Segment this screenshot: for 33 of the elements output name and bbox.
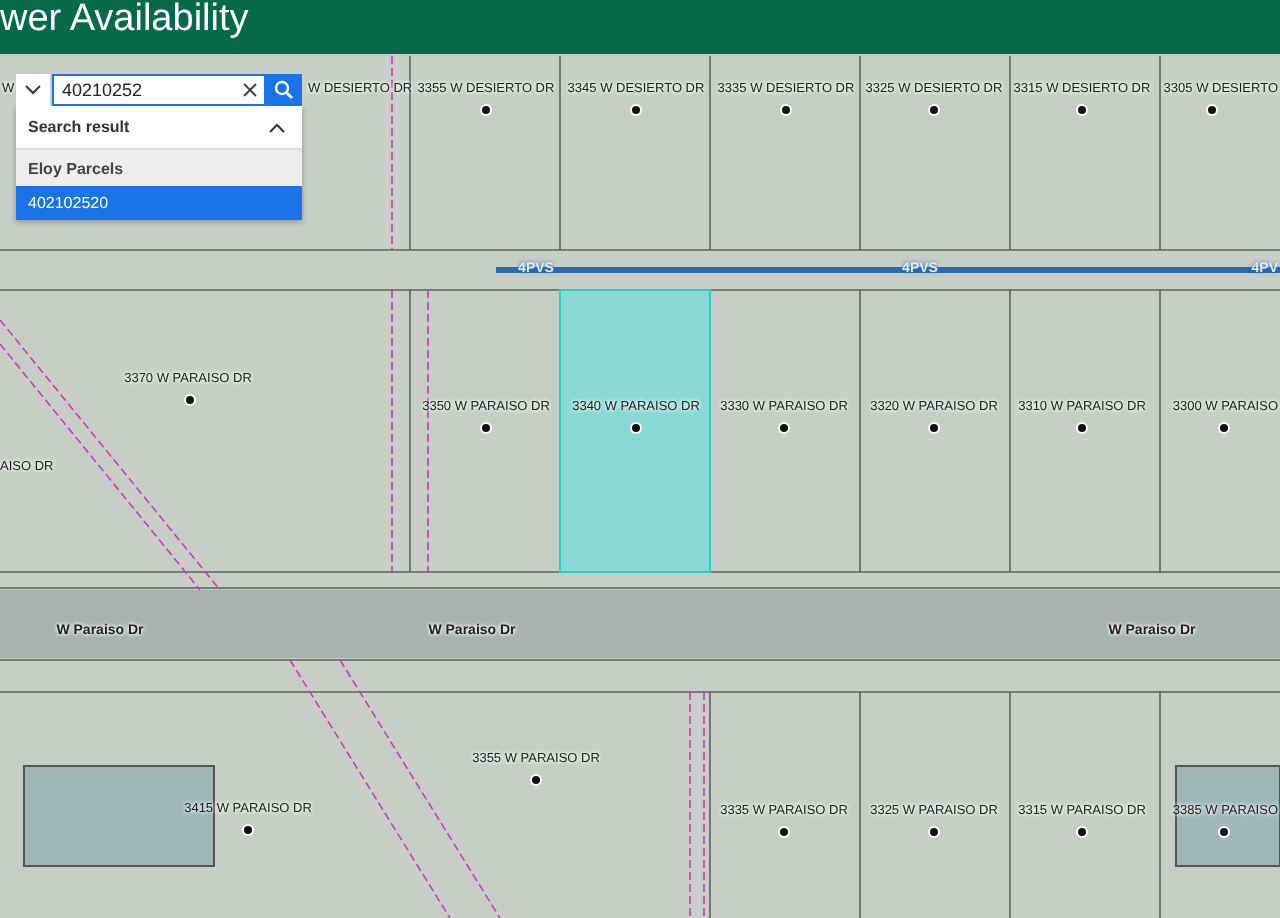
chevron-down-icon <box>24 84 42 96</box>
parcel-point-icon <box>244 826 252 834</box>
parcel-point-icon <box>930 106 938 114</box>
parcel-point-icon <box>186 396 194 404</box>
parcel-point-icon <box>930 424 938 432</box>
clear-button[interactable] <box>242 82 258 98</box>
search-icon <box>274 80 294 100</box>
building-roof <box>1175 765 1280 867</box>
search-button[interactable] <box>266 74 302 106</box>
parcel-point-icon <box>1078 424 1086 432</box>
parcel-point-icon <box>1078 106 1086 114</box>
parcel-point-icon <box>782 106 790 114</box>
parcel-point-icon <box>632 106 640 114</box>
parcel-point-icon <box>482 424 490 432</box>
parcel-point-icon <box>1078 828 1086 836</box>
close-icon <box>242 82 258 98</box>
parcel-point-icon <box>482 106 490 114</box>
result-group-header: Eloy Parcels <box>16 150 302 186</box>
parcel-point-icon <box>780 424 788 432</box>
chevron-up-icon[interactable] <box>268 121 286 133</box>
parcel-point-icon <box>532 776 540 784</box>
search-field[interactable]: 40210252 <box>52 74 266 106</box>
results-title: Search result <box>28 118 130 136</box>
parcel-point-icon <box>1220 424 1228 432</box>
app-title: wer Availability <box>0 0 249 40</box>
parcel-point-icon <box>780 828 788 836</box>
source-dropdown-button[interactable] <box>16 74 52 106</box>
result-item[interactable]: 402102520 <box>16 186 302 220</box>
satellite-map[interactable] <box>0 54 1280 918</box>
parcel-point-icon <box>1208 106 1216 114</box>
parcel-point-icon <box>632 424 640 432</box>
parcel-point-icon <box>930 828 938 836</box>
parcel-point-icon <box>1220 828 1228 836</box>
